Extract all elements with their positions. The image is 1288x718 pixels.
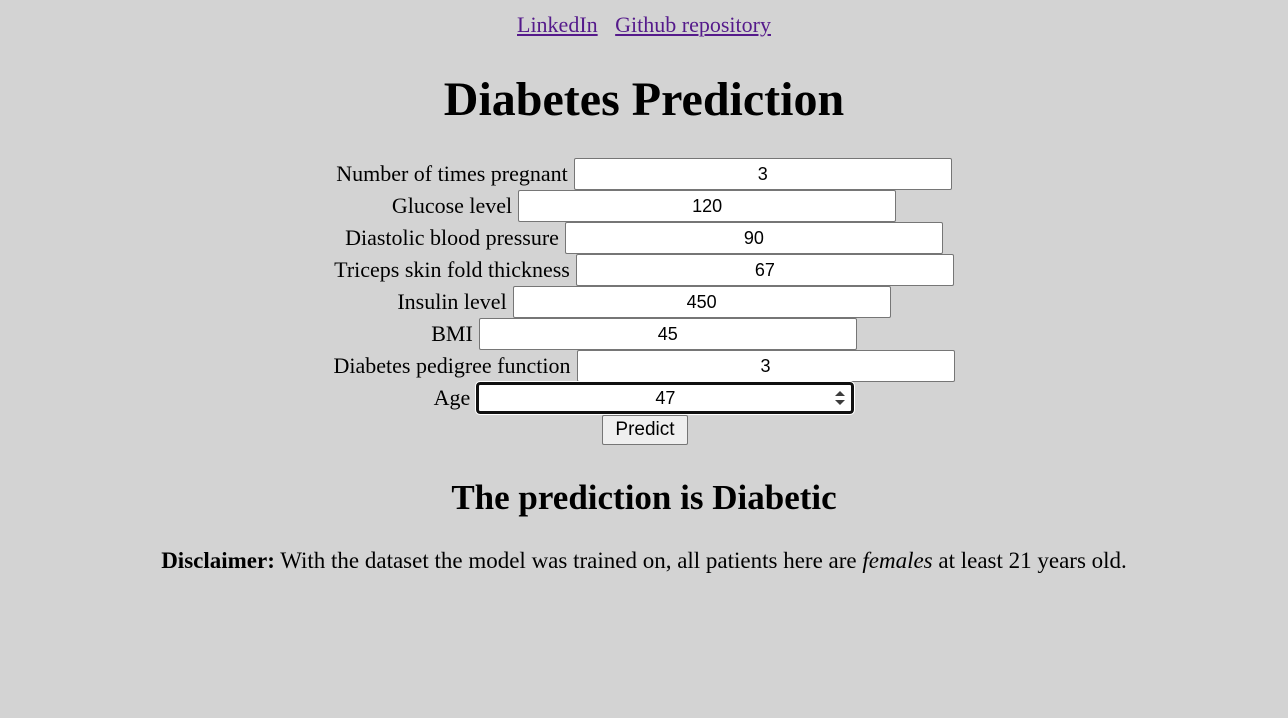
blood-pressure-label: Diastolic blood pressure [345,225,559,250]
github-repository-link[interactable]: Github repository [615,12,771,37]
prediction-result: The prediction is Diabetic [451,478,837,517]
form-row-bmi: BMI [0,318,1288,350]
form-row-pedigree: Diabetes pedigree function [0,350,1288,382]
skin-thickness-input[interactable] [575,254,954,286]
disclaimer-label: Disclaimer: [161,548,275,573]
pregnancies-label: Number of times pregnant [336,161,568,186]
age-input[interactable] [475,381,856,415]
pedigree-label: Diabetes pedigree function [333,353,571,378]
predict-button[interactable]: Predict [602,415,688,445]
bmi-label: BMI [431,321,473,346]
pedigree-input[interactable] [576,350,955,382]
linkedin-link[interactable]: LinkedIn [517,12,598,37]
disclaimer-text-after: at least 21 years old. [932,548,1127,573]
form-row-skin-thickness: Triceps skin fold thickness [0,254,1288,286]
glucose-input[interactable] [518,190,897,222]
disclaimer-text-before: With the dataset the model was trained o… [274,548,863,573]
form-row-pregnancies: Number of times pregnant [0,158,1288,190]
age-spinner-icon[interactable] [833,387,847,409]
disclaimer: Disclaimer: With the dataset the model w… [0,546,1288,576]
form-row-blood-pressure: Diastolic blood pressure [0,222,1288,254]
age-label: Age [433,385,471,410]
glucose-label: Glucose level [391,193,513,218]
blood-pressure-input[interactable] [564,222,943,254]
form-row-age: Age [0,381,1288,415]
form-row-insulin: Insulin level [0,286,1288,318]
top-links: LinkedIn Github repository [0,10,1288,40]
insulin-input[interactable] [512,286,891,318]
pregnancies-input[interactable] [573,158,952,190]
disclaimer-emphasis: females [862,548,933,573]
insulin-label: Insulin level [397,289,507,314]
page-title: Diabetes Prediction [443,73,845,126]
bmi-input[interactable] [478,318,857,350]
form-row-glucose: Glucose level [0,190,1288,222]
skin-thickness-label: Triceps skin fold thickness [334,257,570,282]
